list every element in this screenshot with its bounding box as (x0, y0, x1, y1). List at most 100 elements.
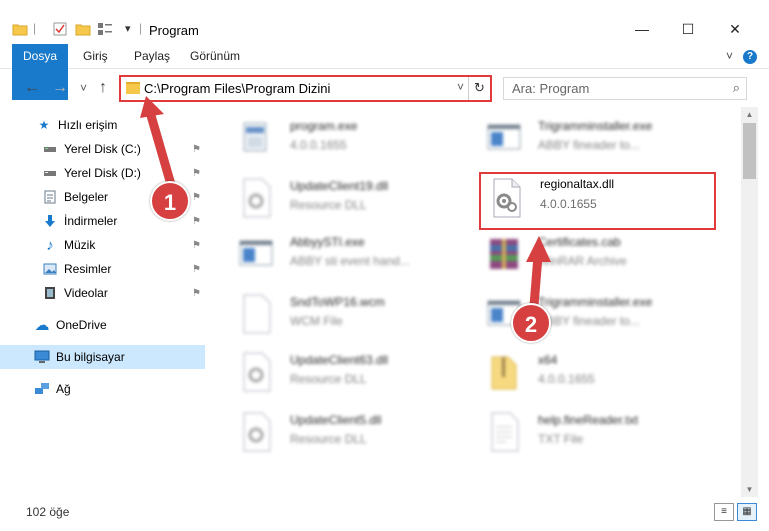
sidebar-item-quick-access[interactable]: ★ Hızlı erişim (0, 113, 205, 137)
blank-file-icon (243, 294, 271, 334)
sidebar-item-label: Ağ (56, 382, 71, 396)
window-app-icon (239, 240, 273, 266)
help-icon[interactable]: ? (743, 50, 757, 64)
folder-zip-icon (491, 356, 517, 390)
collapse-ribbon-icon[interactable]: ˅ (726, 49, 733, 63)
tab-view[interactable]: Görünüm (180, 44, 250, 69)
search-input[interactable]: Ara: Program (512, 81, 589, 96)
up-button[interactable]: ↑ (99, 79, 107, 97)
archive-icon (490, 239, 518, 269)
scrollbar-thumb[interactable] (743, 123, 756, 179)
file-item[interactable]: Trigramminstaller.exe ABBY fineader to..… (468, 111, 708, 167)
computer-icon (34, 350, 50, 364)
star-icon: ★ (38, 118, 50, 132)
back-button[interactable]: ← (24, 79, 40, 97)
file-detail: TXT File (538, 432, 584, 446)
file-item[interactable]: help.fineReader.txt TXT File (468, 405, 708, 461)
step-callout-1: 1 (150, 181, 190, 221)
view-toggle-icon[interactable] (97, 22, 113, 36)
exe-icon (243, 122, 267, 152)
tab-home[interactable]: Giriş (73, 44, 118, 69)
forward-button[interactable]: → (52, 79, 68, 97)
file-highlight-box (479, 172, 716, 230)
sidebar-item-label: Videolar (64, 286, 108, 300)
file-item[interactable]: Trigramminstaller.exe ABBY fineader to..… (468, 287, 708, 343)
pin-icon[interactable]: ⚑ (192, 216, 201, 227)
file-item[interactable]: program.exe 4.0.0.1655 (220, 111, 460, 167)
cloud-icon: ☁ (34, 317, 50, 334)
network-icon (34, 382, 50, 396)
sidebar-item-local-disk-c[interactable]: Yerel Disk (C:) ⚑ (0, 137, 205, 161)
text-file-icon (491, 412, 519, 452)
file-item[interactable]: UpdateClient19.dll Resource DLL (220, 171, 460, 227)
file-name: UpdateClient19.dll (290, 179, 389, 193)
file-item[interactable]: SndToWP16.wcm WCM File (220, 287, 460, 343)
address-history-icon[interactable]: ˅ (457, 80, 464, 94)
address-bar[interactable]: C:\Program Files\Program Dizini ˅ ↻ (119, 75, 492, 102)
pin-icon[interactable]: ⚑ (192, 264, 201, 275)
ribbon: Dosya Giriş Paylaş Görünüm ˅ ? (0, 44, 769, 100)
file-detail: ABBY fineader to... (538, 314, 640, 328)
sidebar-item-videos[interactable]: Videolar ⚑ (0, 281, 205, 305)
sidebar-item-label: Yerel Disk (D:) (64, 166, 141, 180)
recent-locations-icon[interactable]: ˅ (80, 81, 87, 95)
sidebar-item-label: OneDrive (56, 318, 107, 332)
sidebar-item-pictures[interactable]: Resimler ⚑ (0, 257, 205, 281)
pin-icon[interactable]: ⚑ (192, 288, 201, 299)
file-detail: 4.0.0.1655 (538, 372, 595, 386)
sidebar-item-label: Müzik (64, 238, 96, 252)
vertical-scrollbar[interactable]: ▲ ▼ (741, 107, 758, 497)
file-item[interactable]: UpdateClient5.dll Resource DLL (220, 405, 460, 461)
file-name: SndToWP16.wcm (290, 295, 385, 309)
sidebar-item-onedrive[interactable]: ☁ OneDrive (0, 313, 205, 337)
scroll-down-icon[interactable]: ▼ (741, 483, 758, 497)
new-folder-icon[interactable] (75, 22, 91, 36)
details-view-icon[interactable]: ≡ (714, 503, 734, 521)
pin-icon[interactable]: ⚑ (192, 192, 201, 203)
step-callout-2: 2 (511, 303, 551, 343)
pin-icon[interactable]: ⚑ (192, 168, 201, 179)
file-name: Trigramminstaller.exe (538, 119, 653, 133)
navigation-pane: ★ Hızlı erişim Yerel Disk (C:) ⚑ Yerel D… (0, 107, 205, 497)
separator: | (139, 21, 143, 35)
file-detail: Resource DLL (290, 372, 367, 386)
sidebar-item-label: Belgeler (64, 190, 109, 204)
pin-icon[interactable]: ⚑ (192, 144, 201, 155)
file-item[interactable]: x64 4.0.0.1655 (468, 345, 708, 401)
file-item[interactable]: Certificates.cab WinRAR Archive (468, 227, 708, 283)
search-icon[interactable]: ⌕ (733, 80, 740, 96)
address-path[interactable]: C:\Program Files\Program Dizini (144, 81, 330, 96)
sidebar-item-label: İndirmeler (64, 214, 118, 228)
sidebar-item-label: Hızlı erişim (58, 118, 118, 132)
sidebar-item-label: Bu bilgisayar (56, 350, 125, 364)
dll-icon (243, 412, 271, 452)
status-bar: 102 öğe ≡ ▦ (0, 500, 769, 531)
file-name: Certificates.cab (538, 235, 621, 249)
sidebar-item-music[interactable]: ♪ Müzik ⚑ (0, 233, 205, 257)
sidebar-item-label: Resimler (64, 262, 112, 276)
drive-icon (42, 166, 58, 180)
window-title: Program (149, 23, 199, 38)
customize-quick-access-icon[interactable]: ▾ (125, 22, 131, 35)
minimize-button[interactable]: — (619, 14, 665, 44)
tab-share[interactable]: Paylaş (124, 44, 180, 69)
file-name: UpdateClient63.dll (290, 353, 389, 367)
refresh-button[interactable]: ↻ (468, 77, 490, 100)
folder-icon (126, 82, 140, 94)
file-detail: WCM File (290, 314, 343, 328)
large-icons-view-icon[interactable]: ▦ (737, 503, 757, 521)
file-item[interactable]: UpdateClient63.dll Resource DLL (220, 345, 460, 401)
file-item[interactable]: AbbyySTI.exe ABBY sti event hand... (220, 227, 460, 283)
search-box[interactable]: Ara: Program ⌕ (503, 77, 747, 100)
scroll-up-icon[interactable]: ▲ (741, 108, 758, 122)
documents-icon (42, 190, 58, 204)
file-name: AbbyySTI.exe (290, 235, 365, 249)
properties-icon[interactable] (52, 22, 68, 36)
pictures-icon (42, 262, 58, 276)
file-detail: 4.0.0.1655 (290, 138, 347, 152)
maximize-button[interactable]: ☐ (665, 14, 711, 44)
pin-icon[interactable]: ⚑ (192, 240, 201, 251)
close-button[interactable]: ✕ (712, 14, 758, 44)
sidebar-item-this-pc[interactable]: Bu bilgisayar (0, 345, 205, 369)
sidebar-item-network[interactable]: Ağ (0, 377, 205, 401)
